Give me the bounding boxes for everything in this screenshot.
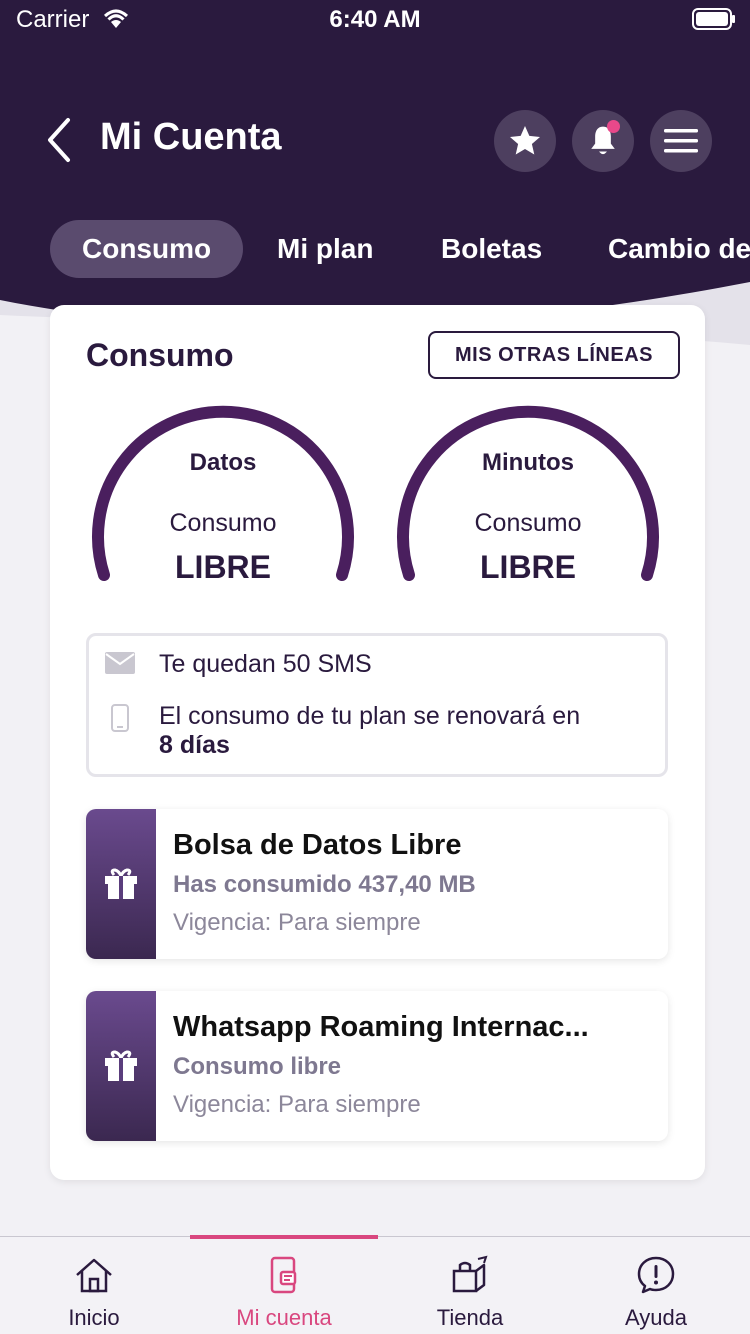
store-icon (452, 1255, 488, 1293)
battery-icon (692, 8, 736, 37)
notification-dot (607, 120, 620, 133)
home-icon (76, 1258, 112, 1293)
tab-consumo[interactable]: Consumo (50, 220, 244, 278)
nav-label: Inicio (68, 1305, 120, 1330)
envelope-icon (105, 652, 135, 679)
renewal-days: 8 días (159, 731, 230, 759)
bonus-title: Bolsa de Datos Libre (173, 829, 462, 861)
nav-label: Mi cuenta (236, 1305, 332, 1330)
renewal-text: El consumo de tu plan se renovará en (159, 702, 581, 730)
page-title: Mi Cuenta (100, 116, 282, 158)
bonus-validity: Vigencia: Para siempre (173, 1091, 421, 1118)
gift-icon (105, 1050, 137, 1081)
back-button[interactable] (40, 114, 80, 166)
gauge-subtitle: Consumo (474, 509, 582, 537)
tab-mi-plan[interactable]: Mi plan (277, 220, 373, 278)
bonus-side-bar (86, 809, 156, 959)
tab-cambio[interactable]: Cambio de (608, 220, 750, 278)
plan-info-box: Te quedan 50 SMS El consumo de tu plan s… (86, 633, 668, 777)
minutes-gauge: Minutos Consumo LIBRE (393, 405, 663, 595)
bottom-tab-bar: Inicio Mi cuenta Tienda Ayuda (0, 1235, 750, 1334)
menu-button[interactable] (650, 110, 712, 172)
bonus-title: Whatsapp Roaming Internac... (173, 1011, 589, 1043)
star-icon (510, 126, 540, 155)
bonus-subtitle: Has consumido 437,40 MB (173, 871, 476, 898)
chevron-left-icon (48, 118, 70, 162)
consumo-title: Consumo (86, 337, 234, 373)
other-lines-button[interactable]: MIS OTRAS LÍNEAS (428, 331, 680, 379)
consumo-card: Consumo MIS OTRAS LÍNEAS Datos Consumo L… (50, 305, 705, 1180)
nav-inicio[interactable]: Inicio (0, 1237, 188, 1334)
notifications-button[interactable] (572, 110, 634, 172)
nav-mi-cuenta[interactable]: Mi cuenta (190, 1237, 378, 1334)
bonus-card[interactable]: Whatsapp Roaming Internac... Consumo lib… (86, 991, 668, 1141)
nav-tienda[interactable]: Tienda (376, 1237, 564, 1334)
nav-label: Tienda (436, 1305, 504, 1330)
sms-remaining: Te quedan 50 SMS (159, 650, 372, 678)
gauge-subtitle: Consumo (169, 509, 277, 537)
gauge-value: LIBRE (175, 549, 271, 585)
bonus-card[interactable]: Bolsa de Datos Libre Has consumido 437,4… (86, 809, 668, 959)
bonus-side-bar (86, 991, 156, 1141)
phone-account-icon (270, 1256, 297, 1294)
help-icon (637, 1256, 675, 1294)
mobile-phone-icon (111, 704, 129, 737)
data-gauge: Datos Consumo LIBRE (88, 405, 358, 595)
bonus-validity: Vigencia: Para siempre (173, 909, 421, 936)
bonus-subtitle: Consumo libre (173, 1053, 342, 1080)
gift-icon (105, 868, 137, 899)
gauge-value: LIBRE (480, 549, 576, 585)
nav-label: Ayuda (625, 1305, 687, 1330)
gauge-title: Minutos (482, 449, 574, 476)
hamburger-menu-icon (664, 129, 698, 153)
tab-boletas[interactable]: Boletas (441, 220, 542, 278)
nav-ayuda[interactable]: Ayuda (562, 1237, 750, 1334)
status-bar: Carrier 6:40 AM (0, 0, 750, 40)
gauge-title: Datos (189, 449, 257, 476)
clock: 6:40 AM (329, 6, 421, 33)
favorites-button[interactable] (494, 110, 556, 172)
